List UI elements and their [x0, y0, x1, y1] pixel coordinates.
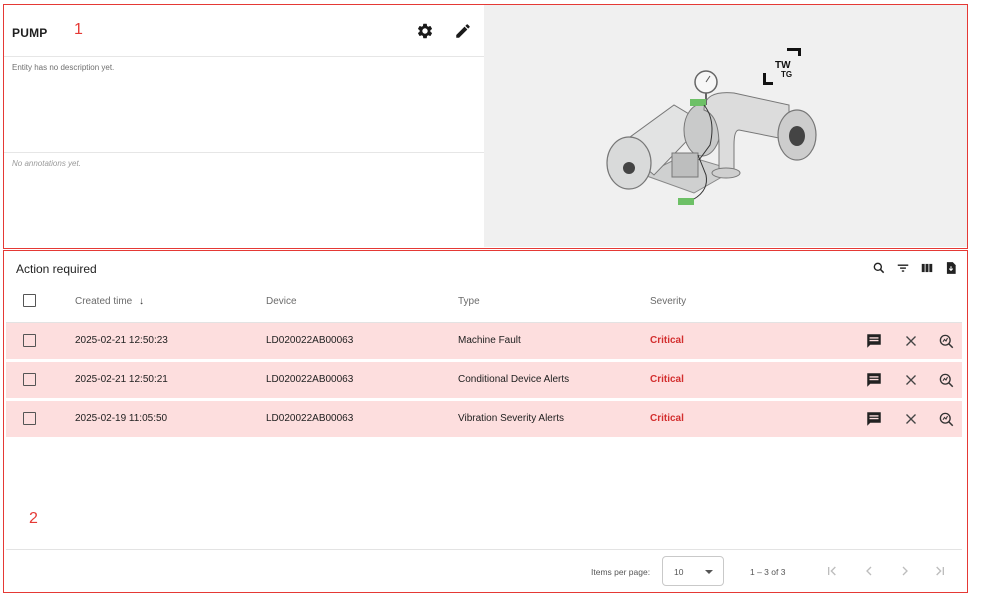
type-cell: Machine Fault	[458, 335, 521, 346]
alarm-details-icon[interactable]	[937, 371, 955, 389]
items-per-page-select[interactable]: 10	[662, 556, 724, 586]
edit-pencil-icon[interactable]	[454, 22, 472, 40]
severity-cell: Critical	[650, 335, 684, 346]
created-time-cell: 2025-02-21 12:50:23	[75, 335, 168, 346]
comment-icon[interactable]	[865, 371, 883, 389]
svg-text:TG: TG	[781, 70, 792, 79]
divider	[4, 152, 484, 153]
search-icon[interactable]	[872, 261, 886, 275]
row-checkbox[interactable]	[23, 334, 36, 347]
footer-divider	[6, 549, 962, 550]
entity-description: Entity has no description yet.	[12, 63, 115, 72]
type-cell: Vibration Severity Alerts	[458, 413, 564, 424]
device-cell: LD020022AB00063	[266, 335, 354, 346]
severity-cell: Critical	[650, 413, 684, 424]
column-created-time[interactable]: Created time ↓	[75, 296, 144, 307]
columns-icon[interactable]	[920, 261, 934, 275]
comment-icon[interactable]	[865, 332, 883, 350]
column-type[interactable]: Type	[458, 296, 480, 307]
device-cell: LD020022AB00063	[266, 374, 354, 385]
table-row[interactable]: 2025-02-19 11:05:50 LD020022AB00063 Vibr…	[6, 401, 962, 437]
table-row[interactable]: 2025-02-21 12:50:21 LD020022AB00063 Cond…	[6, 362, 962, 398]
clear-icon[interactable]	[902, 371, 920, 389]
annotation-number-1: 1	[74, 21, 83, 38]
previous-page-icon[interactable]	[861, 563, 877, 579]
sort-arrow-icon: ↓	[139, 296, 145, 307]
comment-icon[interactable]	[865, 410, 883, 428]
pump-illustration: TW TG	[606, 48, 817, 205]
first-page-icon[interactable]	[824, 563, 840, 579]
table-row[interactable]: 2025-02-21 12:50:23 LD020022AB00063 Mach…	[6, 323, 962, 359]
device-cell: LD020022AB00063	[266, 413, 354, 424]
row-checkbox[interactable]	[23, 373, 36, 386]
next-page-icon[interactable]	[897, 563, 913, 579]
annotation-number-2: 2	[29, 510, 38, 527]
last-page-icon[interactable]	[932, 563, 948, 579]
entity-panel: PUMP 1 Entity has no description yet. No…	[3, 4, 968, 249]
severity-cell: Critical	[650, 374, 684, 385]
pagination-range: 1 – 3 of 3	[750, 567, 786, 577]
clear-icon[interactable]	[902, 332, 920, 350]
created-time-cell: 2025-02-21 12:50:21	[75, 374, 168, 385]
select-all-checkbox[interactable]	[23, 294, 36, 307]
brand-logo-icon: TW TG	[763, 48, 801, 85]
type-cell: Conditional Device Alerts	[458, 374, 570, 385]
alarms-table-panel: Action required Created time ↓ Device Ty…	[3, 250, 968, 593]
items-per-page-value: 10	[674, 567, 684, 577]
export-icon[interactable]	[944, 261, 958, 275]
table-title: Action required	[16, 262, 97, 276]
dropdown-caret-icon	[705, 570, 713, 574]
settings-gear-icon[interactable]	[416, 22, 434, 40]
column-device[interactable]: Device	[266, 296, 297, 307]
clear-icon[interactable]	[902, 410, 920, 428]
pump-image: TW TG	[484, 5, 967, 247]
entity-title: PUMP	[12, 26, 48, 40]
alarm-details-icon[interactable]	[937, 332, 955, 350]
column-severity[interactable]: Severity	[650, 296, 686, 307]
created-time-cell: 2025-02-19 11:05:50	[75, 413, 168, 424]
entity-annotations: No annotations yet.	[12, 159, 81, 168]
filter-icon[interactable]	[896, 261, 910, 275]
entity-info: PUMP 1 Entity has no description yet. No…	[4, 5, 484, 248]
items-per-page-label: Items per page:	[591, 567, 651, 577]
alarm-details-icon[interactable]	[937, 410, 955, 428]
row-checkbox[interactable]	[23, 412, 36, 425]
entity-header: PUMP 1	[4, 5, 484, 57]
